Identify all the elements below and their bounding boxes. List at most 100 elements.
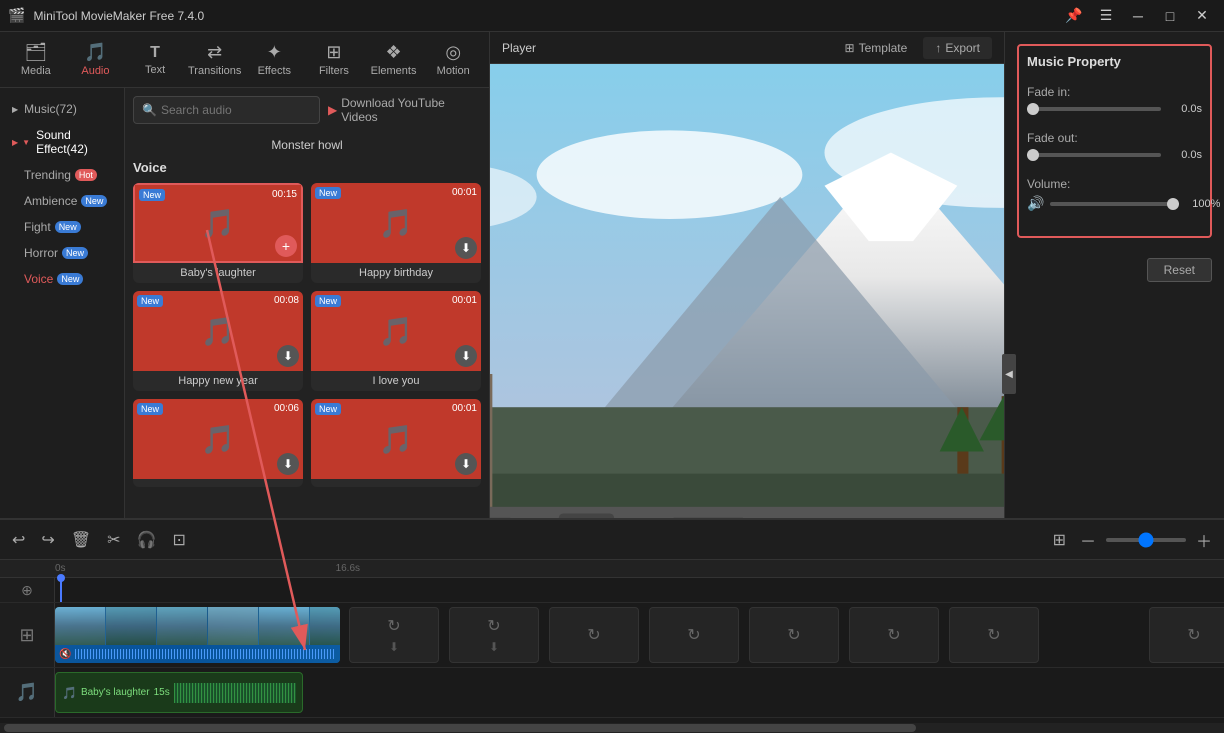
volume-prop-slider[interactable] bbox=[1050, 202, 1179, 206]
fade-in-row: Fade in: 0.0s bbox=[1027, 85, 1202, 115]
new-badge-3: New bbox=[137, 295, 163, 307]
sidebar-item-trending[interactable]: Trending Hot bbox=[0, 162, 124, 188]
toolbar-motion[interactable]: ◎ Motion bbox=[425, 36, 481, 84]
audio-thumb-3[interactable]: 🎵 New 00:08 ⬇ bbox=[133, 291, 303, 371]
download-button-4[interactable]: ⬇ bbox=[455, 345, 477, 367]
sidebar-item-ambience[interactable]: Ambience New bbox=[0, 188, 124, 214]
new-badge-5: New bbox=[137, 403, 163, 415]
delete-button[interactable]: 🗑 bbox=[67, 526, 95, 554]
minimize-button[interactable]: ─ bbox=[1124, 5, 1152, 27]
expand-icon: ▶ bbox=[12, 105, 18, 114]
toolbar-elements[interactable]: ❖ Elements bbox=[366, 36, 422, 84]
sidebar-item-voice[interactable]: Voice New bbox=[0, 266, 124, 292]
export-button[interactable]: ↑ Export bbox=[923, 37, 992, 59]
audio-thumb-5[interactable]: 🎵 New 00:06 ⬇ bbox=[133, 399, 303, 479]
volume-prop-icon: 🔊 bbox=[1027, 195, 1044, 212]
download-button-5[interactable]: ⬇ bbox=[277, 453, 299, 475]
transition-cell-6[interactable]: ↻ bbox=[849, 607, 939, 663]
transition-cell-4[interactable]: ↻ bbox=[649, 607, 739, 663]
monster-howl-label: Monster howl bbox=[133, 138, 481, 152]
ruler-mark-16s: 16.6s bbox=[336, 563, 360, 574]
audio-card-6[interactable]: 🎵 New 00:01 ⬇ bbox=[311, 399, 481, 487]
voice-badge: New bbox=[57, 273, 83, 285]
card-label-1: Baby's laughter bbox=[133, 263, 303, 283]
download-button-2[interactable]: ⬇ bbox=[455, 237, 477, 259]
download-button-3[interactable]: ⬇ bbox=[277, 345, 299, 367]
zoom-fit-button[interactable]: ⊞ bbox=[1049, 526, 1070, 554]
audio-card-1[interactable]: 🎵 New 00:15 + Baby's laughter bbox=[133, 183, 303, 283]
audio-thumb-1[interactable]: 🎵 New 00:15 + bbox=[133, 183, 303, 263]
maximize-button[interactable]: □ bbox=[1156, 5, 1184, 27]
toolbar-text[interactable]: T Text bbox=[127, 36, 183, 84]
toolbar-effects[interactable]: ✦ Effects bbox=[247, 36, 303, 84]
timeline-scrollbar[interactable] bbox=[0, 723, 1224, 733]
download-link[interactable]: ▶ Download YouTube Videos bbox=[328, 96, 481, 124]
new-badge-2: New bbox=[315, 187, 341, 199]
toolbar-media[interactable]: 🗂 Media bbox=[8, 36, 64, 84]
crop-button[interactable]: ⊡ bbox=[168, 526, 189, 554]
titlebar-controls[interactable]: 📌 ☰ ─ □ ✕ bbox=[1060, 5, 1216, 27]
fade-in-label: Fade in: bbox=[1027, 85, 1202, 99]
zoom-slider[interactable] bbox=[1106, 538, 1186, 542]
scrollbar-thumb[interactable] bbox=[4, 724, 916, 732]
transition-cell-3[interactable]: ↻ bbox=[549, 607, 639, 663]
transition-cell-1[interactable]: ↻ ⬇ bbox=[349, 607, 439, 663]
undo-button[interactable]: ↩ bbox=[8, 526, 29, 554]
fade-out-value: 0.0s bbox=[1167, 149, 1202, 161]
search-bar[interactable]: 🔍 bbox=[133, 96, 320, 124]
transition-cell-2[interactable]: ↻ ⬇ bbox=[449, 607, 539, 663]
loop-icon-6: ↻ bbox=[887, 625, 900, 645]
close-button[interactable]: ✕ bbox=[1188, 5, 1216, 27]
audio-card-4[interactable]: 🎵 New 00:01 ⬇ I love you bbox=[311, 291, 481, 391]
video-track-icon: ⊞ bbox=[19, 625, 34, 646]
sidebar-item-horror[interactable]: Horror New bbox=[0, 240, 124, 266]
card-label-2: Happy birthday bbox=[311, 263, 481, 283]
add-button-1[interactable]: + bbox=[275, 235, 297, 257]
audio-icon: 🎵 bbox=[84, 42, 106, 63]
pin-button[interactable]: 📌 bbox=[1060, 5, 1088, 27]
timeline-zoom-controls: ⊞ － ＋ bbox=[1049, 524, 1216, 556]
cut-button[interactable]: ✂ bbox=[103, 526, 124, 554]
video-clip[interactable]: 🔇 bbox=[55, 607, 340, 663]
duration-4: 00:01 bbox=[452, 295, 477, 306]
sidebar-item-music[interactable]: ▶ Music(72) bbox=[0, 96, 124, 122]
audio-thumb-6[interactable]: 🎵 New 00:01 ⬇ bbox=[311, 399, 481, 479]
transition-cell-5[interactable]: ↻ bbox=[749, 607, 839, 663]
volume-prop-value: 100% bbox=[1185, 198, 1220, 210]
music-clip[interactable]: 🎵 Baby's laughter 15s bbox=[55, 672, 303, 713]
music-track-content: 🎵 Baby's laughter 15s bbox=[55, 668, 1224, 717]
transition-cell-7[interactable]: ↻ bbox=[949, 607, 1039, 663]
template-button[interactable]: ⊞ Template bbox=[837, 37, 916, 59]
search-input[interactable] bbox=[161, 103, 311, 117]
loop-icon-7: ↻ bbox=[987, 625, 1000, 645]
audio-thumb-2[interactable]: 🎵 New 00:01 ⬇ bbox=[311, 183, 481, 263]
zoom-out-button[interactable]: － bbox=[1076, 524, 1100, 556]
redo-button[interactable]: ↪ bbox=[37, 526, 58, 554]
sidebar-item-fight[interactable]: Fight New bbox=[0, 214, 124, 240]
fade-in-slider[interactable] bbox=[1027, 107, 1161, 111]
sidebar-item-sound-effect[interactable]: ▼ Sound Effect(42) bbox=[0, 122, 124, 162]
menu-button[interactable]: ☰ bbox=[1092, 5, 1120, 27]
music-note-icon-2: 🎵 bbox=[379, 207, 414, 240]
dl-icon-2: ⬇ bbox=[489, 640, 499, 654]
collapse-panel-button[interactable]: ◀ bbox=[1002, 354, 1016, 394]
fade-out-slider[interactable] bbox=[1027, 153, 1161, 157]
loop-icon-4: ↻ bbox=[687, 625, 700, 645]
audio-card-5[interactable]: 🎵 New 00:06 ⬇ bbox=[133, 399, 303, 487]
toolbar-transitions[interactable]: ⇄ Transitions bbox=[187, 36, 243, 84]
timeline-area: ↩ ↪ 🗑 ✂ 🎧 ⊡ ⊞ － ＋ 0s 16.6s ⊕ bbox=[0, 518, 1224, 733]
download-button-6[interactable]: ⬇ bbox=[455, 453, 477, 475]
audio-card-2[interactable]: 🎵 New 00:01 ⬇ Happy birthday bbox=[311, 183, 481, 283]
titlebar: 🎬 MiniTool MovieMaker Free 7.4.0 📌 ☰ ─ □… bbox=[0, 0, 1224, 32]
reset-button[interactable]: Reset bbox=[1147, 258, 1212, 282]
new-badge-1: New bbox=[139, 189, 165, 201]
video-audio-waveform: 🔇 bbox=[55, 645, 340, 663]
music-clip-duration: 15s bbox=[154, 687, 170, 698]
audio-card-3[interactable]: 🎵 New 00:08 ⬇ Happy new year bbox=[133, 291, 303, 391]
zoom-in-button[interactable]: ＋ bbox=[1192, 524, 1216, 556]
toolbar-filters[interactable]: ⊞ Filters bbox=[306, 36, 362, 84]
toolbar-audio[interactable]: 🎵 Audio bbox=[68, 36, 124, 84]
audio-thumb-4[interactable]: 🎵 New 00:01 ⬇ bbox=[311, 291, 481, 371]
transition-cell-8[interactable]: ↻ bbox=[1149, 607, 1224, 663]
audio-edit-button[interactable]: 🎧 bbox=[133, 526, 161, 554]
